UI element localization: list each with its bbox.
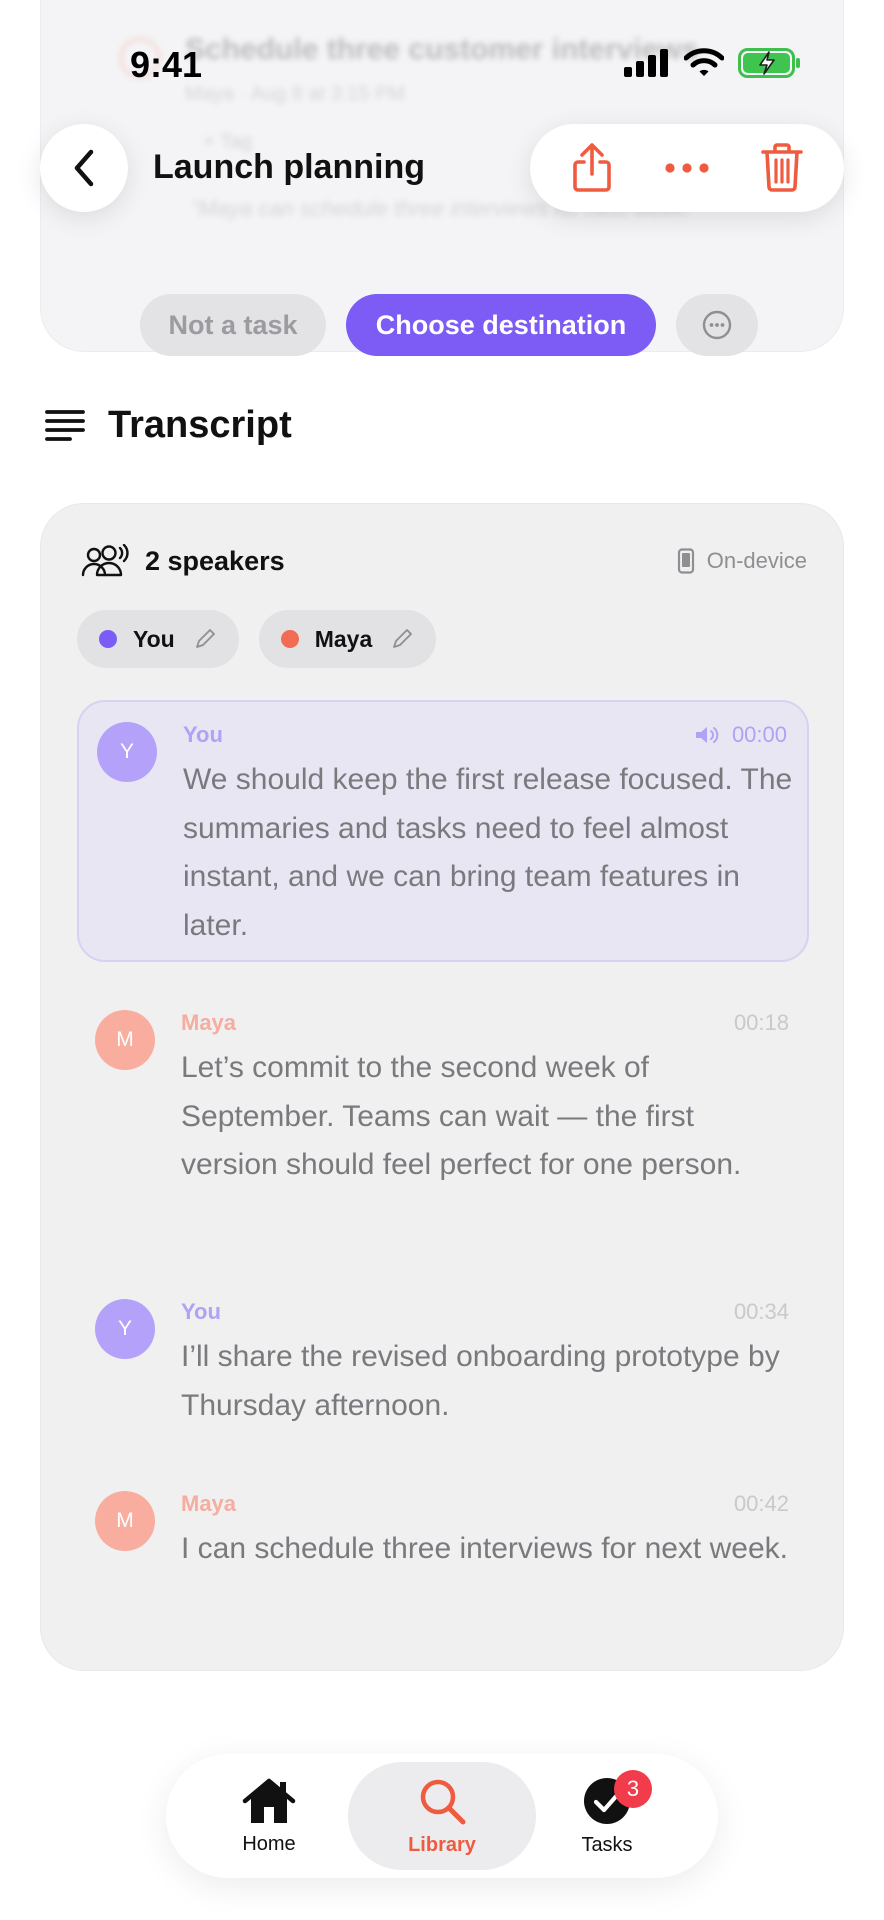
- message-time: 00:00: [731, 722, 787, 747]
- transcript-message[interactable]: Y You 00:00 We should keep the first rel…: [77, 700, 809, 962]
- share-button[interactable]: [557, 133, 627, 203]
- trash-icon: [761, 143, 804, 192]
- search-icon: [420, 1779, 466, 1824]
- message-text: I can schedule three interviews for next…: [181, 1532, 788, 1565]
- avatar-initial: Y: [119, 740, 134, 763]
- message-timestamp[interactable]: 00:42: [734, 1491, 789, 1517]
- more-options-button[interactable]: [652, 133, 722, 203]
- ellipsis-icon: [665, 163, 709, 173]
- text-lines-icon: [45, 409, 85, 441]
- tasks-badge: 3: [614, 1770, 652, 1808]
- message-time: 00:42: [733, 1491, 789, 1516]
- transcript-heading: Transcript: [44, 404, 292, 447]
- speaker-chip-name: You: [133, 625, 175, 652]
- tab-home[interactable]: Home: [208, 1762, 330, 1870]
- message-speaker: You: [183, 722, 223, 747]
- message-speaker: You: [181, 1299, 221, 1324]
- pencil-icon[interactable]: [195, 629, 215, 649]
- avatar: Y: [97, 722, 157, 782]
- avatar-initial: M: [116, 1028, 134, 1051]
- avatar-initial: M: [116, 1509, 134, 1532]
- home-icon: [242, 1778, 296, 1823]
- header-actions: [530, 124, 844, 212]
- wifi-icon: [684, 48, 724, 76]
- transcript-message[interactable]: Y You 00:34 I’ll share the revised onboa…: [77, 1279, 809, 1439]
- speaker-color-dot: [280, 630, 299, 648]
- avatar-initial: Y: [117, 1317, 132, 1340]
- phone-icon: [677, 548, 694, 574]
- status-time: 9:41: [130, 44, 203, 85]
- chevron-left-icon: [74, 149, 94, 187]
- speaker-color-dot: [99, 630, 117, 648]
- on-device-indicator: On-device: [677, 548, 807, 574]
- choose-destination-button[interactable]: Choose destination: [346, 294, 656, 356]
- message-speaker: Maya: [181, 1491, 237, 1516]
- tab-label: Tasks: [581, 1833, 633, 1856]
- status-bar: 9:41: [0, 0, 884, 120]
- avatar: Y: [95, 1299, 155, 1359]
- transcript-message[interactable]: M Maya 00:18 Let’s commit to the second …: [77, 990, 809, 1240]
- tab-label: Library: [408, 1833, 476, 1856]
- pencil-icon[interactable]: [392, 629, 413, 649]
- speaker-chip-name: Maya: [314, 625, 373, 652]
- message-timestamp[interactable]: 00:34: [734, 1299, 789, 1325]
- message-timestamp[interactable]: 00:00: [694, 722, 787, 748]
- task-action-row: Not a task Choose destination: [0, 294, 884, 356]
- message-time: 00:18: [733, 1010, 789, 1035]
- task-more-button[interactable]: [676, 294, 758, 356]
- message-timestamp[interactable]: 00:18: [734, 1010, 789, 1036]
- battery-charging-icon: [738, 48, 800, 78]
- transcript-card: 2 speakers On-device You Maya Y You 00:0…: [40, 503, 844, 1671]
- message-time: 00:34: [733, 1299, 789, 1324]
- back-button[interactable]: [40, 124, 128, 212]
- status-icons: [624, 48, 802, 78]
- speakers-icon: [81, 544, 129, 577]
- transcript-title: Transcript: [108, 404, 292, 446]
- more-circle-icon: [702, 310, 732, 340]
- message-text: I’ll share the revised onboarding protot…: [181, 1340, 780, 1422]
- message-text: Let’s commit to the second week of Septe…: [181, 1051, 742, 1181]
- not-a-task-button[interactable]: Not a task: [140, 294, 326, 356]
- cellular-signal-icon: [624, 49, 668, 77]
- speaker-chip-maya[interactable]: Maya: [258, 610, 437, 668]
- avatar: M: [95, 1491, 155, 1551]
- tab-label: Home: [242, 1832, 296, 1855]
- avatar: M: [95, 1010, 155, 1070]
- delete-button[interactable]: [747, 133, 817, 203]
- speakers-summary: 2 speakers: [81, 544, 285, 578]
- share-icon: [572, 143, 611, 192]
- tab-library[interactable]: Library: [348, 1762, 536, 1870]
- speaker-playing-icon: [695, 727, 719, 743]
- tab-tasks[interactable]: Tasks 3: [546, 1762, 668, 1870]
- message-speaker: Maya: [181, 1010, 237, 1035]
- speakers-count: 2 speakers: [145, 545, 285, 576]
- speaker-chip-you[interactable]: You: [77, 610, 239, 668]
- tab-bar: Home Library Tasks 3: [166, 1754, 718, 1878]
- on-device-label: On-device: [706, 548, 807, 573]
- page-title: Launch planning: [153, 148, 425, 186]
- transcript-message[interactable]: M Maya 00:42 I can schedule three interv…: [77, 1471, 809, 1631]
- message-text: We should keep the first release focused…: [183, 763, 793, 942]
- speaker-chips: You Maya: [77, 610, 437, 668]
